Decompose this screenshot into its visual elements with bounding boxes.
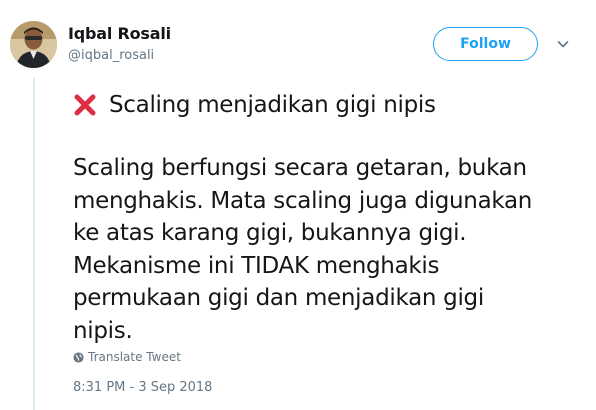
tweet-headline: Scaling menjadikan gigi nipis: [73, 89, 436, 121]
thread-line: [33, 78, 35, 410]
body-line: permukaan gigi dan menjadikan gigi: [73, 285, 484, 311]
author-name[interactable]: Iqbal Rosali: [68, 24, 171, 43]
body-line: menghakis. Mata scaling juga digunakan: [73, 187, 533, 214]
author-handle[interactable]: @iqbal_rosali: [68, 48, 154, 63]
translate-tweet-link[interactable]: Translate Tweet: [73, 350, 181, 364]
avatar[interactable]: [10, 21, 57, 68]
body-line: Mekanisme ini TIDAK menghakis: [73, 252, 440, 279]
body-line: ke atas karang gigi, bukannya gigi.: [73, 220, 467, 246]
translate-label[interactable]: Translate Tweet: [88, 350, 181, 364]
chevron-down-icon[interactable]: [556, 37, 570, 51]
tweet-body: Scaling berfungsi secara getaran, bukan …: [73, 152, 573, 347]
headline-text: Scaling menjadikan gigi nipis: [109, 92, 436, 118]
user-avatar-icon: [10, 21, 57, 68]
follow-button[interactable]: Follow: [433, 27, 538, 61]
tweet-timestamp[interactable]: 8:31 PM - 3 Sep 2018: [73, 380, 212, 395]
cross-mark-icon: [74, 94, 96, 116]
globe-icon: [73, 351, 84, 363]
body-line: Scaling berfungsi secara getaran, bukan: [73, 155, 527, 181]
body-line: nipis.: [73, 317, 133, 344]
